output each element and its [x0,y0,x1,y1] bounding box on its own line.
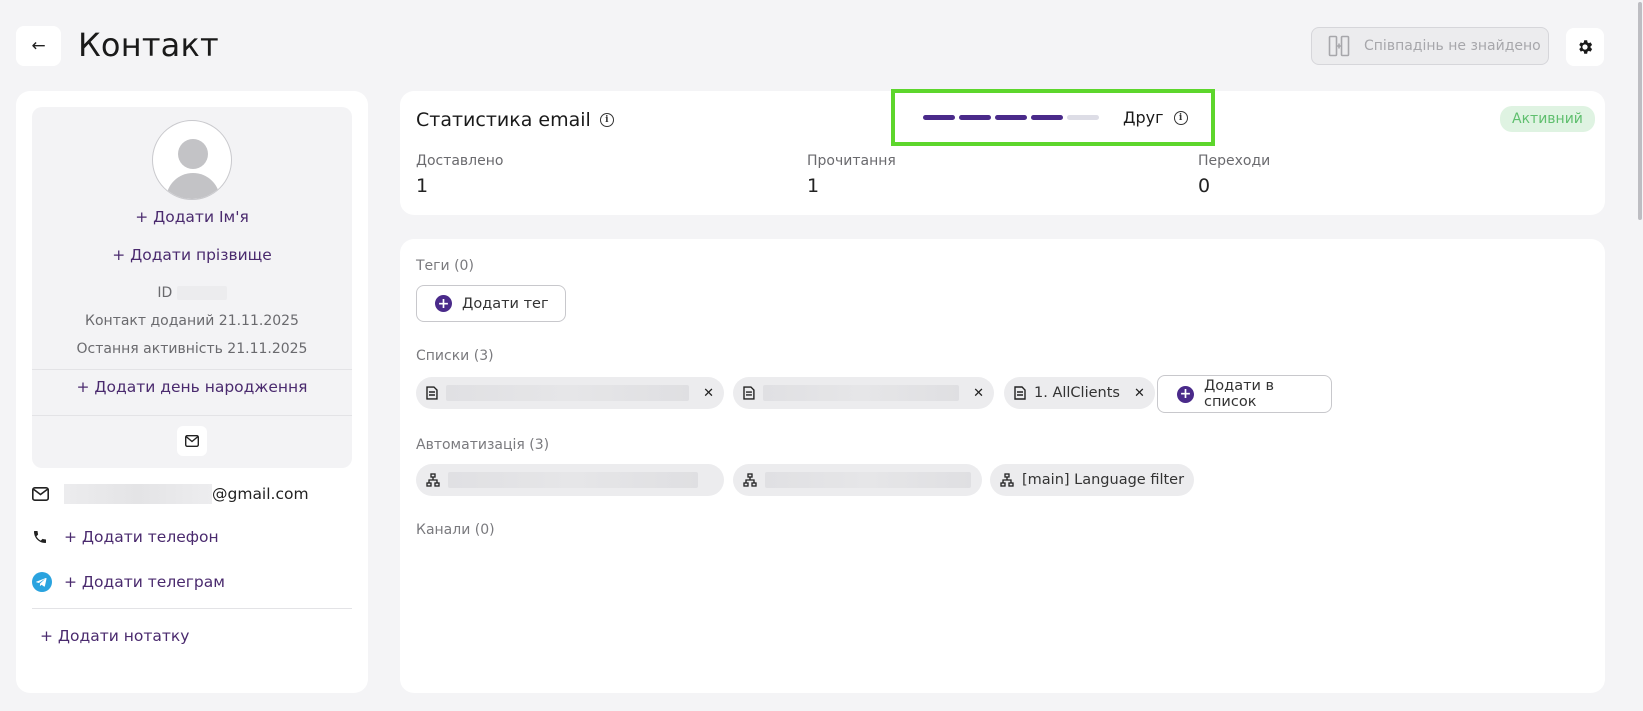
divider [32,369,352,370]
list-name: 1. AllClients [1034,385,1120,401]
list-icon [743,386,755,400]
stat-value: 1 [416,175,429,197]
remove-icon[interactable]: ✕ [1134,386,1145,401]
automation-name-redacted [448,472,698,488]
list-chip[interactable]: ✕ [416,377,724,409]
merge-icon [1328,35,1350,57]
scrollbar[interactable] [1637,0,1643,711]
tags-label: Теги (0) [416,258,474,274]
remove-icon[interactable]: ✕ [703,386,714,401]
phone-row[interactable]: + Додати телефон [32,528,219,546]
profile-box: + Додати Ім'я + Додати прізвище ID Конта… [32,107,352,468]
email-domain: @gmail.com [212,485,309,503]
automation-label: Автоматизація (3) [416,437,550,453]
email-stats-card: Статистика email i Друг i Активний Доста… [400,89,1605,215]
add-last-name-link[interactable]: + Додати прізвище [32,246,352,264]
automation-icon [743,473,757,487]
add-birthday-link[interactable]: + Додати день народження [32,378,352,396]
channels-label: Канали (0) [416,522,495,538]
automation-name-redacted [765,472,971,488]
stat-label: Доставлено [416,153,504,169]
contact-id: ID [32,285,352,301]
duplicates-label: Співпадінь не знайдено [1364,38,1541,54]
remove-icon[interactable]: ✕ [973,386,984,401]
arrow-left-icon: ← [31,36,46,56]
info-icon[interactable]: i [599,113,614,127]
list-chip[interactable]: 1. AllClients ✕ [1004,377,1155,409]
automation-icon [426,473,440,487]
add-telegram-link[interactable]: + Додати телеграм [64,573,225,591]
send-email-button[interactable] [177,426,207,456]
id-label: ID [157,285,173,301]
automation-chip[interactable] [416,464,724,496]
stat-label: Прочитання [807,153,896,169]
level-label-text: Друг [1123,108,1164,127]
scrollbar-thumb[interactable] [1638,2,1642,220]
level-segment [923,115,955,120]
stat-clicks: Переходи 0 [1198,153,1270,197]
list-icon [1014,386,1026,400]
avatar-head [178,139,208,169]
automation-chip[interactable] [733,464,982,496]
phone-icon [32,529,58,545]
settings-button[interactable] [1566,28,1604,66]
divider [32,415,352,416]
automation-chip[interactable]: [main] Language filter [990,464,1195,496]
list-name-redacted [445,385,690,401]
status-badge: Активний [1500,106,1595,132]
plus-icon: + [435,295,452,312]
stats-title: Статистика email i [416,109,614,131]
level-segment [1067,115,1099,120]
gear-icon [1579,40,1593,54]
plus-icon: + [1177,385,1194,403]
level-segment [995,115,1027,120]
mail-icon [185,435,199,447]
list-name-redacted [762,385,960,401]
contact-details-card: Теги (0) + Додати тег Списки (3) ✕ ✕ 1. … [400,239,1605,693]
telegram-row[interactable]: + Додати телеграм [32,572,225,592]
stat-label: Переходи [1198,153,1271,169]
add-first-name-link[interactable]: + Додати Ім'я [32,208,352,226]
stat-value: 0 [1198,175,1211,197]
list-chip[interactable]: ✕ [733,377,994,409]
automation-icon [1000,473,1014,487]
email-row[interactable]: @gmail.com [32,484,309,504]
stats-title-text: Статистика email [416,109,591,131]
automation-name: [main] Language filter [1022,472,1185,488]
stat-delivered: Доставлено 1 [416,153,503,197]
engagement-level: Друг i [891,89,1215,146]
duplicates-button[interactable]: Співпадінь не знайдено [1311,27,1549,65]
add-note-link[interactable]: + Додати нотатку [40,627,189,645]
back-button[interactable]: ← [16,26,61,66]
list-icon [426,386,438,400]
avatar-body [166,173,220,199]
contact-profile-card: + Додати Ім'я + Додати прізвище ID Конта… [16,91,368,693]
stat-opens: Прочитання 1 [807,153,896,197]
add-tag-button[interactable]: + Додати тег [416,285,566,322]
mail-icon [32,487,58,501]
level-segment [959,115,991,120]
stat-value: 1 [807,175,820,197]
id-value-redacted [176,286,227,300]
info-icon[interactable]: i [1173,110,1188,125]
divider [32,608,352,609]
level-segment [1031,115,1063,120]
page-title: Контакт [78,26,219,64]
lists-label: Списки (3) [416,348,494,364]
add-tag-label: Додати тег [462,295,549,312]
level-bars [923,115,1099,120]
last-activity-date: Остання активність 21.11.2025 [76,341,308,357]
add-to-list-label: Додати в список [1203,378,1275,410]
add-to-list-button[interactable]: + Додати в список [1157,375,1332,413]
contact-added-date: Контакт доданий 21.11.2025 [85,313,299,329]
add-phone-link[interactable]: + Додати телефон [64,528,219,546]
level-label: Друг i [1123,108,1188,127]
email-local-redacted [64,484,212,504]
avatar[interactable] [152,120,232,200]
telegram-icon [32,572,58,592]
